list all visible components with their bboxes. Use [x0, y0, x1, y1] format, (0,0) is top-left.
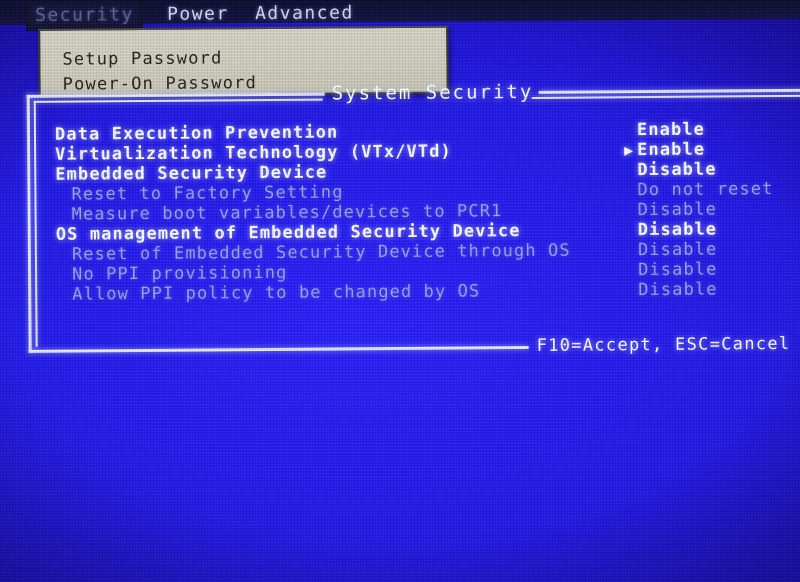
security-option-value[interactable]: Enable [637, 140, 705, 161]
security-option-label: Embedded Security Device [55, 162, 328, 185]
security-options-list: Data Execution Prevention Enable ▶ Virtuali… [27, 119, 800, 305]
security-option-label: No PPI provisioning [72, 262, 288, 285]
security-option-value[interactable]: Enable [637, 120, 705, 141]
tab-security[interactable]: Security [25, 0, 143, 31]
security-option-value[interactable]: Disable [638, 200, 718, 221]
dialog-title: System Security [331, 80, 534, 105]
dialog-border-top-right-outer [538, 88, 800, 94]
bios-setup-screen: Setup Utility Security Power Advanced Se… [0, 0, 800, 582]
security-option-value[interactable]: Disable [637, 160, 717, 181]
security-option-value[interactable]: Do not reset [637, 179, 773, 200]
security-option-value[interactable]: Disable [638, 280, 718, 301]
dialog-border-top-left-inner [33, 98, 323, 103]
menu-item-setup-password[interactable]: Setup Password [62, 48, 222, 69]
security-option-label: Allow PPI policy to be changed by OS [72, 281, 481, 305]
security-option-label: Reset to Factory Setting [71, 182, 344, 205]
tab-power[interactable]: Power [158, 0, 238, 30]
security-option-value[interactable]: Disable [638, 220, 718, 241]
security-option-label: Data Execution Prevention [54, 122, 339, 145]
selection-arrow-icon: ▶ [624, 141, 634, 160]
tab-advanced[interactable]: Advanced [246, 0, 363, 29]
dialog-footer-hint: F10=Accept, ESC=Cancel [536, 333, 791, 356]
security-option-value[interactable]: Disable [638, 260, 718, 281]
dialog-border-top-left-outer [26, 92, 325, 98]
system-security-dialog: System Security Data Execution Preventio… [26, 81, 800, 357]
dialog-border-bottom-left [28, 345, 529, 353]
security-option-value[interactable]: Disable [638, 240, 718, 261]
dialog-border-top-right-inner [531, 94, 800, 99]
